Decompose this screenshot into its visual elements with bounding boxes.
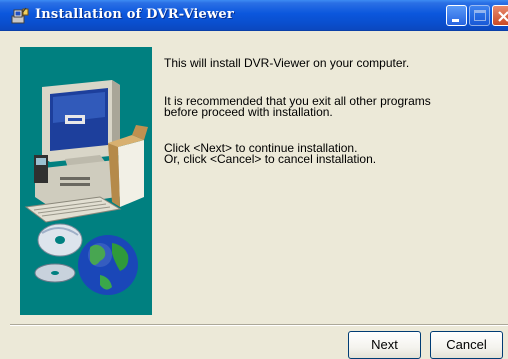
recommendation-line-2: before proceed with installation. xyxy=(164,105,333,119)
close-button[interactable] xyxy=(492,5,508,26)
minimize-icon xyxy=(452,19,459,22)
computer-cd-globe-illustration xyxy=(24,80,148,295)
intro-line: This will install DVR-Viewer on your com… xyxy=(164,56,410,70)
installer-window: Installation of DVR-Viewer This will ins… xyxy=(0,0,508,359)
instruction-text: Click <Next> to continue installation. O… xyxy=(164,142,494,166)
recommendation-text: It is recommended that you exit all othe… xyxy=(164,95,494,119)
installer-icon xyxy=(11,7,29,24)
next-button[interactable]: Next xyxy=(348,331,421,359)
cancel-instruction-line: Or, click <Cancel> to cancel installatio… xyxy=(164,152,377,166)
title-bar[interactable]: Installation of DVR-Viewer xyxy=(0,0,508,31)
maximize-button[interactable] xyxy=(469,5,490,26)
cancel-button[interactable]: Cancel xyxy=(430,331,503,359)
minimize-button[interactable] xyxy=(446,5,467,26)
installer-side-image xyxy=(20,47,152,315)
intro-text: This will install DVR-Viewer on your com… xyxy=(164,56,494,70)
window-title: Installation of DVR-Viewer xyxy=(35,7,234,22)
button-separator xyxy=(10,324,508,326)
maximize-icon xyxy=(474,10,486,21)
close-icon xyxy=(498,11,508,22)
